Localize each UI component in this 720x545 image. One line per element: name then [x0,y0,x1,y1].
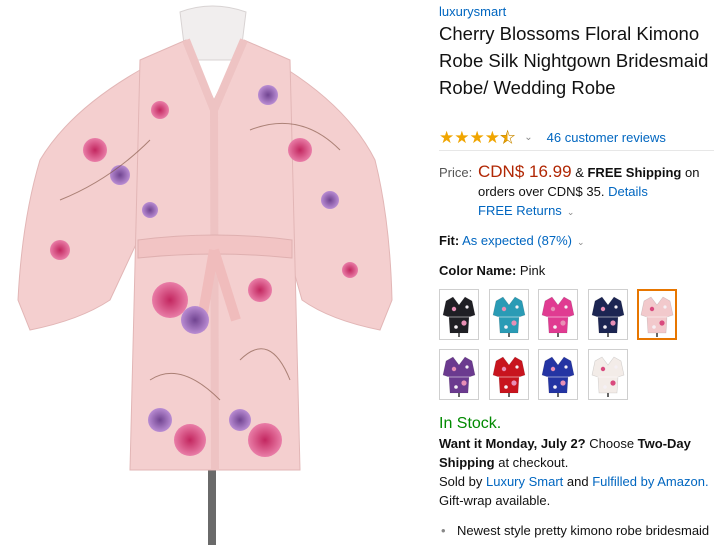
free-returns-label: FREE Returns [478,203,562,218]
star-rating[interactable]: ★ ★ ★ ★ ★ [439,127,516,147]
delivery-info: Want it Monday, July 2? Choose Two-Day S… [439,434,719,472]
free-shipping-label: FREE Shipping [587,165,682,180]
robe-thumbnail-icon [442,296,476,337]
price-label: Price: [439,165,473,180]
robe-thumbnail-icon [640,296,674,337]
price-main: CDN$ 16.99 & FREE Shipping on orders ove… [478,162,714,222]
chevron-down-icon: ⌄ [576,237,585,247]
product-image[interactable] [0,0,430,545]
star-icon: ★ [484,127,500,147]
fulfilled-by-amazon-link[interactable]: Fulfilled by Amazon. [592,474,708,489]
ampersand: & [575,165,584,180]
free-returns-link[interactable]: FREE Returns ⌄ [478,203,574,218]
customer-reviews-link[interactable]: 46 customer reviews [547,130,666,145]
color-swatch[interactable] [538,289,578,340]
delivery-date: Want it Monday, July 2? [439,436,586,451]
robe-thumbnail-icon [442,356,476,397]
fit-value-link[interactable]: As expected (87%) ⌄ [462,233,584,248]
color-swatch[interactable] [439,289,479,340]
fit-value: As expected (87%) [462,233,572,248]
selected-color-value: Pink [519,263,546,278]
robe-thumbnail-icon [591,296,625,337]
seller-info: Sold by Luxury Smart and Fulfilled by Am… [439,472,719,491]
star-icon: ★ [439,127,455,147]
feature-bullets: Newest style pretty kimono robe bridesma… [439,521,719,540]
robe-thumbnail-icon [492,356,526,397]
robe-thumbnail-icon [541,296,575,337]
product-title: Cherry Blossoms Floral Kimono Robe Silk … [439,23,709,98]
shipping-details-link[interactable]: Details [608,184,648,199]
price-value: CDN$ 16.99 [478,162,572,181]
color-swatch[interactable] [588,349,628,400]
at-checkout-text: at checkout. [494,455,569,470]
star-icon: ★ [469,127,485,147]
half-star-icon: ★ [500,127,516,147]
color-swatch[interactable] [489,289,529,340]
choose-text: Choose [585,436,638,451]
robe-thumbnail-icon [492,296,526,337]
in-stock-status: In Stock. [439,415,502,432]
color-label: Color Name: [439,263,517,278]
stock-block: In Stock. Want it Monday, July 2? Choose… [439,414,719,510]
fit-label: Fit: [439,233,460,248]
color-swatch[interactable] [588,289,628,340]
color-row: Color Name: Pink [439,263,545,278]
color-swatch[interactable] [439,349,479,400]
robe-thumbnail-icon [591,356,625,397]
list-item: Newest style pretty kimono robe bridesma… [439,521,719,540]
sold-by-text: Sold by [439,474,486,489]
chevron-down-icon: ⌄ [566,207,575,217]
robe-thumbnail-icon [541,356,575,397]
rating-row: ★ ★ ★ ★ ★ ⌄ 46 customer reviews [439,128,714,146]
and-text: and [563,474,593,489]
gift-wrap-text: Gift-wrap available. [439,493,551,508]
seller-link[interactable]: Luxury Smart [486,474,563,489]
fit-row: Fit: As expected (87%) ⌄ [439,233,585,248]
kimono-robe-image [17,5,393,545]
brand-link[interactable]: luxurysmart [439,4,506,19]
divider [439,150,714,151]
color-swatch[interactable] [489,349,529,400]
color-swatch[interactable] [538,349,578,400]
star-icon: ★ [454,127,470,147]
color-swatch[interactable] [637,289,677,340]
chevron-down-icon[interactable]: ⌄ [524,132,532,143]
